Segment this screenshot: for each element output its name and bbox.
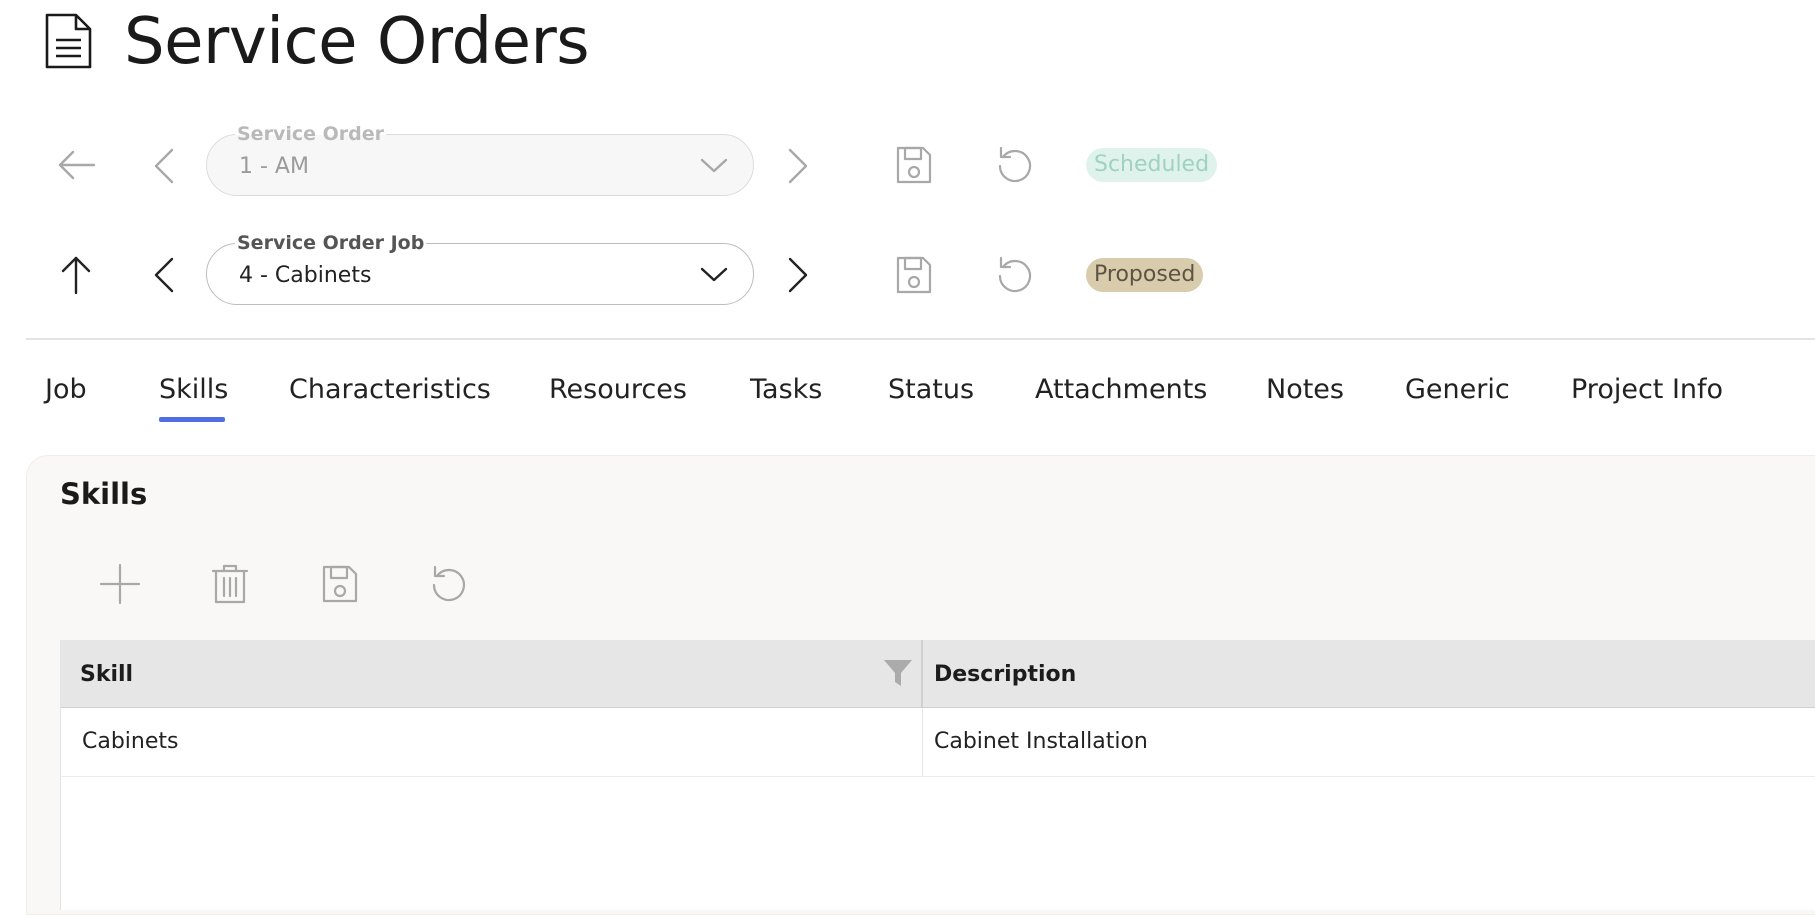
undo-icon xyxy=(995,145,1035,185)
previous-job-button[interactable] xyxy=(150,255,178,295)
save-icon xyxy=(895,255,933,295)
back-arrow-button[interactable] xyxy=(56,146,98,184)
tab-resources[interactable]: Resources xyxy=(549,372,687,408)
tab-attachments[interactable]: Attachments xyxy=(1035,372,1207,408)
column-header-description[interactable]: Description xyxy=(934,662,1076,688)
service-order-label: Service Order xyxy=(235,123,386,145)
service-order-value: 1 - AM xyxy=(239,154,309,179)
tab-skills[interactable]: Skills xyxy=(159,372,228,408)
active-tab-indicator xyxy=(159,417,225,422)
page-title: Service Orders xyxy=(124,5,590,79)
grid-header: Skill Description xyxy=(61,640,1815,708)
tab-tasks[interactable]: Tasks xyxy=(750,372,822,408)
job-status-badge: Proposed xyxy=(1086,258,1204,292)
service-order-job-value: 4 - Cabinets xyxy=(239,263,372,288)
cell-skill[interactable]: Cabinets xyxy=(82,729,179,755)
save-icon xyxy=(321,564,359,604)
cell-separator xyxy=(922,708,923,776)
service-order-job-label: Service Order Job xyxy=(235,232,427,254)
save-skills-button[interactable] xyxy=(320,562,360,606)
tab-status[interactable]: Status xyxy=(888,372,974,408)
panel-title: Skills xyxy=(60,477,148,511)
save-service-order-button[interactable] xyxy=(894,144,934,186)
tab-job[interactable]: Job xyxy=(45,372,87,408)
service-order-status-badge: Scheduled xyxy=(1086,148,1218,182)
document-icon xyxy=(44,12,94,70)
column-header-skill[interactable]: Skill xyxy=(80,662,133,688)
column-separator[interactable] xyxy=(921,640,923,707)
previous-service-order-button[interactable] xyxy=(150,146,178,186)
tab-generic[interactable]: Generic xyxy=(1405,372,1510,408)
service-order-job-select[interactable]: Service Order Job 4 - Cabinets xyxy=(206,232,754,305)
table-row[interactable]: Cabinets Cabinet Installation xyxy=(61,708,1815,777)
tab-characteristics[interactable]: Characteristics xyxy=(289,372,491,408)
trash-icon xyxy=(211,563,249,605)
tab-notes[interactable]: Notes xyxy=(1266,372,1344,408)
save-icon xyxy=(895,145,933,185)
undo-service-order-button[interactable] xyxy=(994,144,1036,186)
chevron-down-icon xyxy=(699,152,729,178)
skills-grid: Skill Description Cabinets Cabinet Insta… xyxy=(60,640,1815,910)
up-arrow-button[interactable] xyxy=(57,254,95,296)
filter-icon[interactable] xyxy=(883,658,913,688)
save-job-button[interactable] xyxy=(894,254,934,296)
delete-skill-button[interactable] xyxy=(210,562,250,606)
chevron-down-icon xyxy=(699,261,729,287)
undo-icon xyxy=(429,564,469,604)
header-divider xyxy=(26,338,1815,340)
cell-description[interactable]: Cabinet Installation xyxy=(934,729,1148,755)
next-service-order-button[interactable] xyxy=(784,146,812,186)
next-job-button[interactable] xyxy=(784,255,812,295)
add-skill-button[interactable] xyxy=(98,562,142,606)
service-order-select[interactable]: Service Order 1 - AM xyxy=(206,123,754,196)
tab-project-info[interactable]: Project Info xyxy=(1571,372,1723,408)
undo-icon xyxy=(995,255,1035,295)
undo-skills-button[interactable] xyxy=(428,562,470,606)
undo-job-button[interactable] xyxy=(994,254,1036,296)
plus-icon xyxy=(99,563,141,605)
